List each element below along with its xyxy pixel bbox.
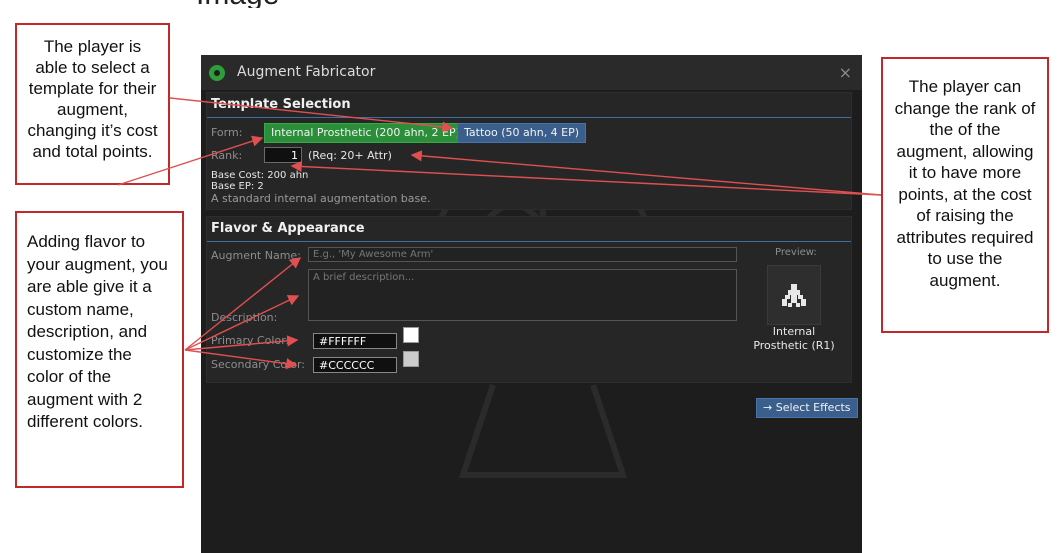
annotation-arrows	[117, 97, 882, 370]
